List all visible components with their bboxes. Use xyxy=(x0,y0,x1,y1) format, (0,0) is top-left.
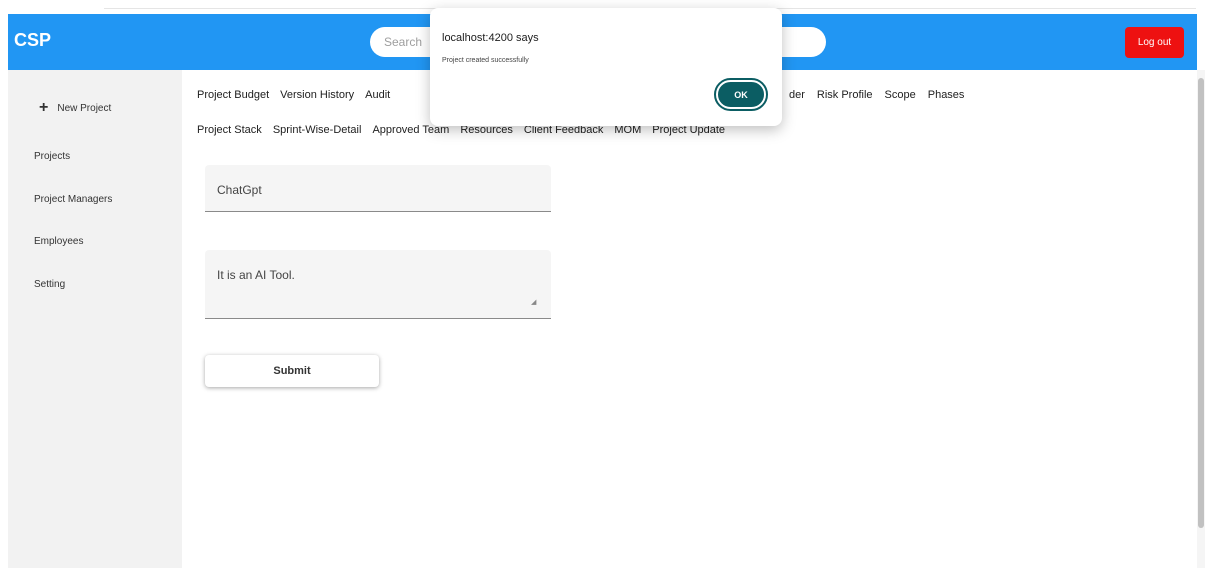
tab-bar-row-1-right: der Risk Profile Scope Phases xyxy=(789,89,964,101)
tab-project-budget[interactable]: Project Budget xyxy=(197,89,269,101)
ok-button[interactable]: OK xyxy=(714,78,768,111)
tab-scope[interactable]: Scope xyxy=(885,89,916,101)
sidebar-item-setting[interactable]: Setting xyxy=(34,279,65,290)
project-name-field xyxy=(205,165,551,212)
tab-bar-row-1: Project Budget Version History Audit xyxy=(197,89,390,101)
new-project-label: New Project xyxy=(57,102,112,114)
logout-button[interactable]: Log out xyxy=(1125,27,1184,58)
scrollbar-thumb[interactable] xyxy=(1198,78,1204,528)
project-description-input[interactable]: It is an AI Tool. xyxy=(217,268,537,308)
project-name-input[interactable] xyxy=(217,181,537,199)
sidebar-item-projects[interactable]: Projects xyxy=(34,151,70,162)
submit-button[interactable]: Submit xyxy=(205,355,379,387)
tab-audit[interactable]: Audit xyxy=(365,89,390,101)
sidebar-item-project-managers[interactable]: Project Managers xyxy=(34,194,112,205)
sidebar: + New Project Projects Project Managers … xyxy=(8,70,182,568)
tab-phases[interactable]: Phases xyxy=(928,89,965,101)
resize-grip-icon[interactable]: ◢ xyxy=(531,298,539,306)
plus-icon: + xyxy=(39,99,49,116)
project-description-field: It is an AI Tool. ◢ xyxy=(205,250,551,319)
app-title: CSP xyxy=(14,30,52,50)
scrollbar[interactable] xyxy=(1197,70,1205,568)
tab-risk-profile[interactable]: Risk Profile xyxy=(817,89,873,101)
tab-sprint-wise-detail[interactable]: Sprint-Wise-Detail xyxy=(273,124,362,136)
alert-dialog: localhost:4200 says Project created succ… xyxy=(430,8,782,126)
tab-version-history[interactable]: Version History xyxy=(280,89,354,101)
dialog-message: Project created successfully xyxy=(442,57,529,64)
new-project-button[interactable]: + New Project xyxy=(39,99,112,116)
dialog-title: localhost:4200 says xyxy=(442,32,539,44)
tab-partial-der[interactable]: der xyxy=(789,89,805,101)
sidebar-item-employees[interactable]: Employees xyxy=(34,236,83,247)
tab-project-stack[interactable]: Project Stack xyxy=(197,124,262,136)
page: CSP Log out + New Project Projects Proje… xyxy=(0,0,1205,568)
